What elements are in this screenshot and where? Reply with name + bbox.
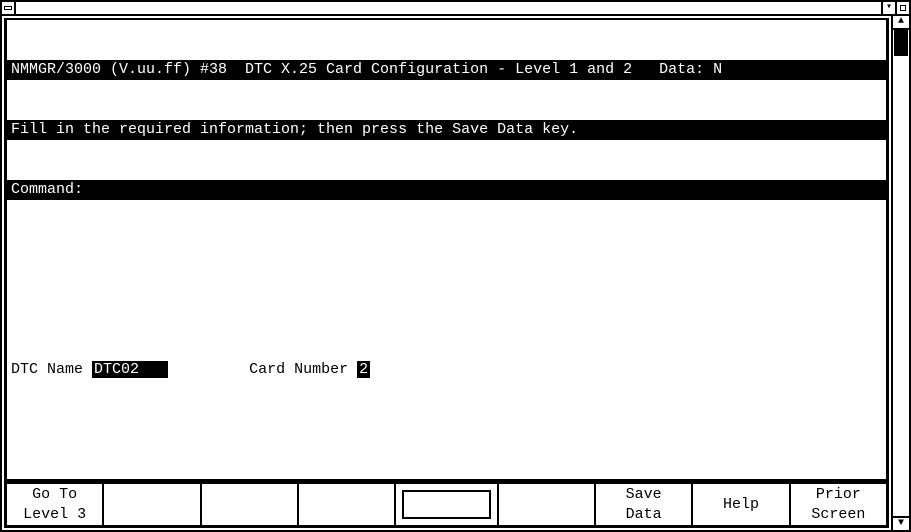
main-area: NMMGR/3000 (V.uu.ff) #38 DTC X.25 Card C… [2,16,893,530]
softkey-label-top: Help [723,495,759,515]
header-line-2: Fill in the required information; then p… [7,120,886,140]
header-line-1: NMMGR/3000 (V.uu.ff) #38 DTC X.25 Card C… [7,60,886,80]
card-number-label: Card Number [249,361,348,378]
softkey-f5[interactable] [499,484,596,525]
softkey-label-top: Save [626,485,662,505]
scroll-thumb[interactable] [894,30,908,56]
softkey-f6[interactable]: Save Data [596,484,693,525]
window-minimize-icon[interactable]: ▾ [881,2,895,14]
window-titlebar: ▾ [2,2,909,16]
window-menu-icon[interactable] [2,2,16,14]
scroll-down-icon[interactable]: ▼ [893,516,909,530]
dtc-name-field[interactable]: DTC02 [92,361,168,378]
softkey-f8[interactable]: Prior Screen [791,484,886,525]
window-maximize-icon[interactable] [895,2,909,14]
softkey-label-bot: Data [626,505,662,525]
card-number-field[interactable]: 2 [357,361,370,378]
command-prompt[interactable]: Command: [7,180,886,200]
softkey-f4[interactable] [299,484,396,525]
titlebar-spacer [16,2,881,14]
softkey-label-top: Prior [816,485,861,505]
terminal-window: ▾ NMMGR/3000 (V.uu.ff) #38 DTC X.25 Card… [0,0,911,532]
scroll-track[interactable] [893,30,909,516]
terminal-body: NMMGR/3000 (V.uu.ff) #38 DTC X.25 Card C… [4,18,889,482]
softkey-f1[interactable]: Go To Level 3 [7,484,104,525]
dtc-name-label: DTC Name [11,361,83,378]
softkey-f7[interactable]: Help [693,484,790,525]
dtc-row: DTC Name DTC02 Card Number 2 [11,340,882,360]
softkeys: Go To Level 3 [4,482,889,528]
softkey-separator [396,484,498,525]
softkey-label-bot: Level 3 [23,505,86,525]
scroll-up-icon[interactable]: ▲ [893,16,909,30]
softkey-label-bot: Screen [811,505,865,525]
vertical-scrollbar[interactable]: ▲ ▼ [893,16,909,530]
softkey-label-top: Go To [32,485,77,505]
softkey-f3[interactable] [202,484,299,525]
softkey-f2[interactable] [104,484,201,525]
